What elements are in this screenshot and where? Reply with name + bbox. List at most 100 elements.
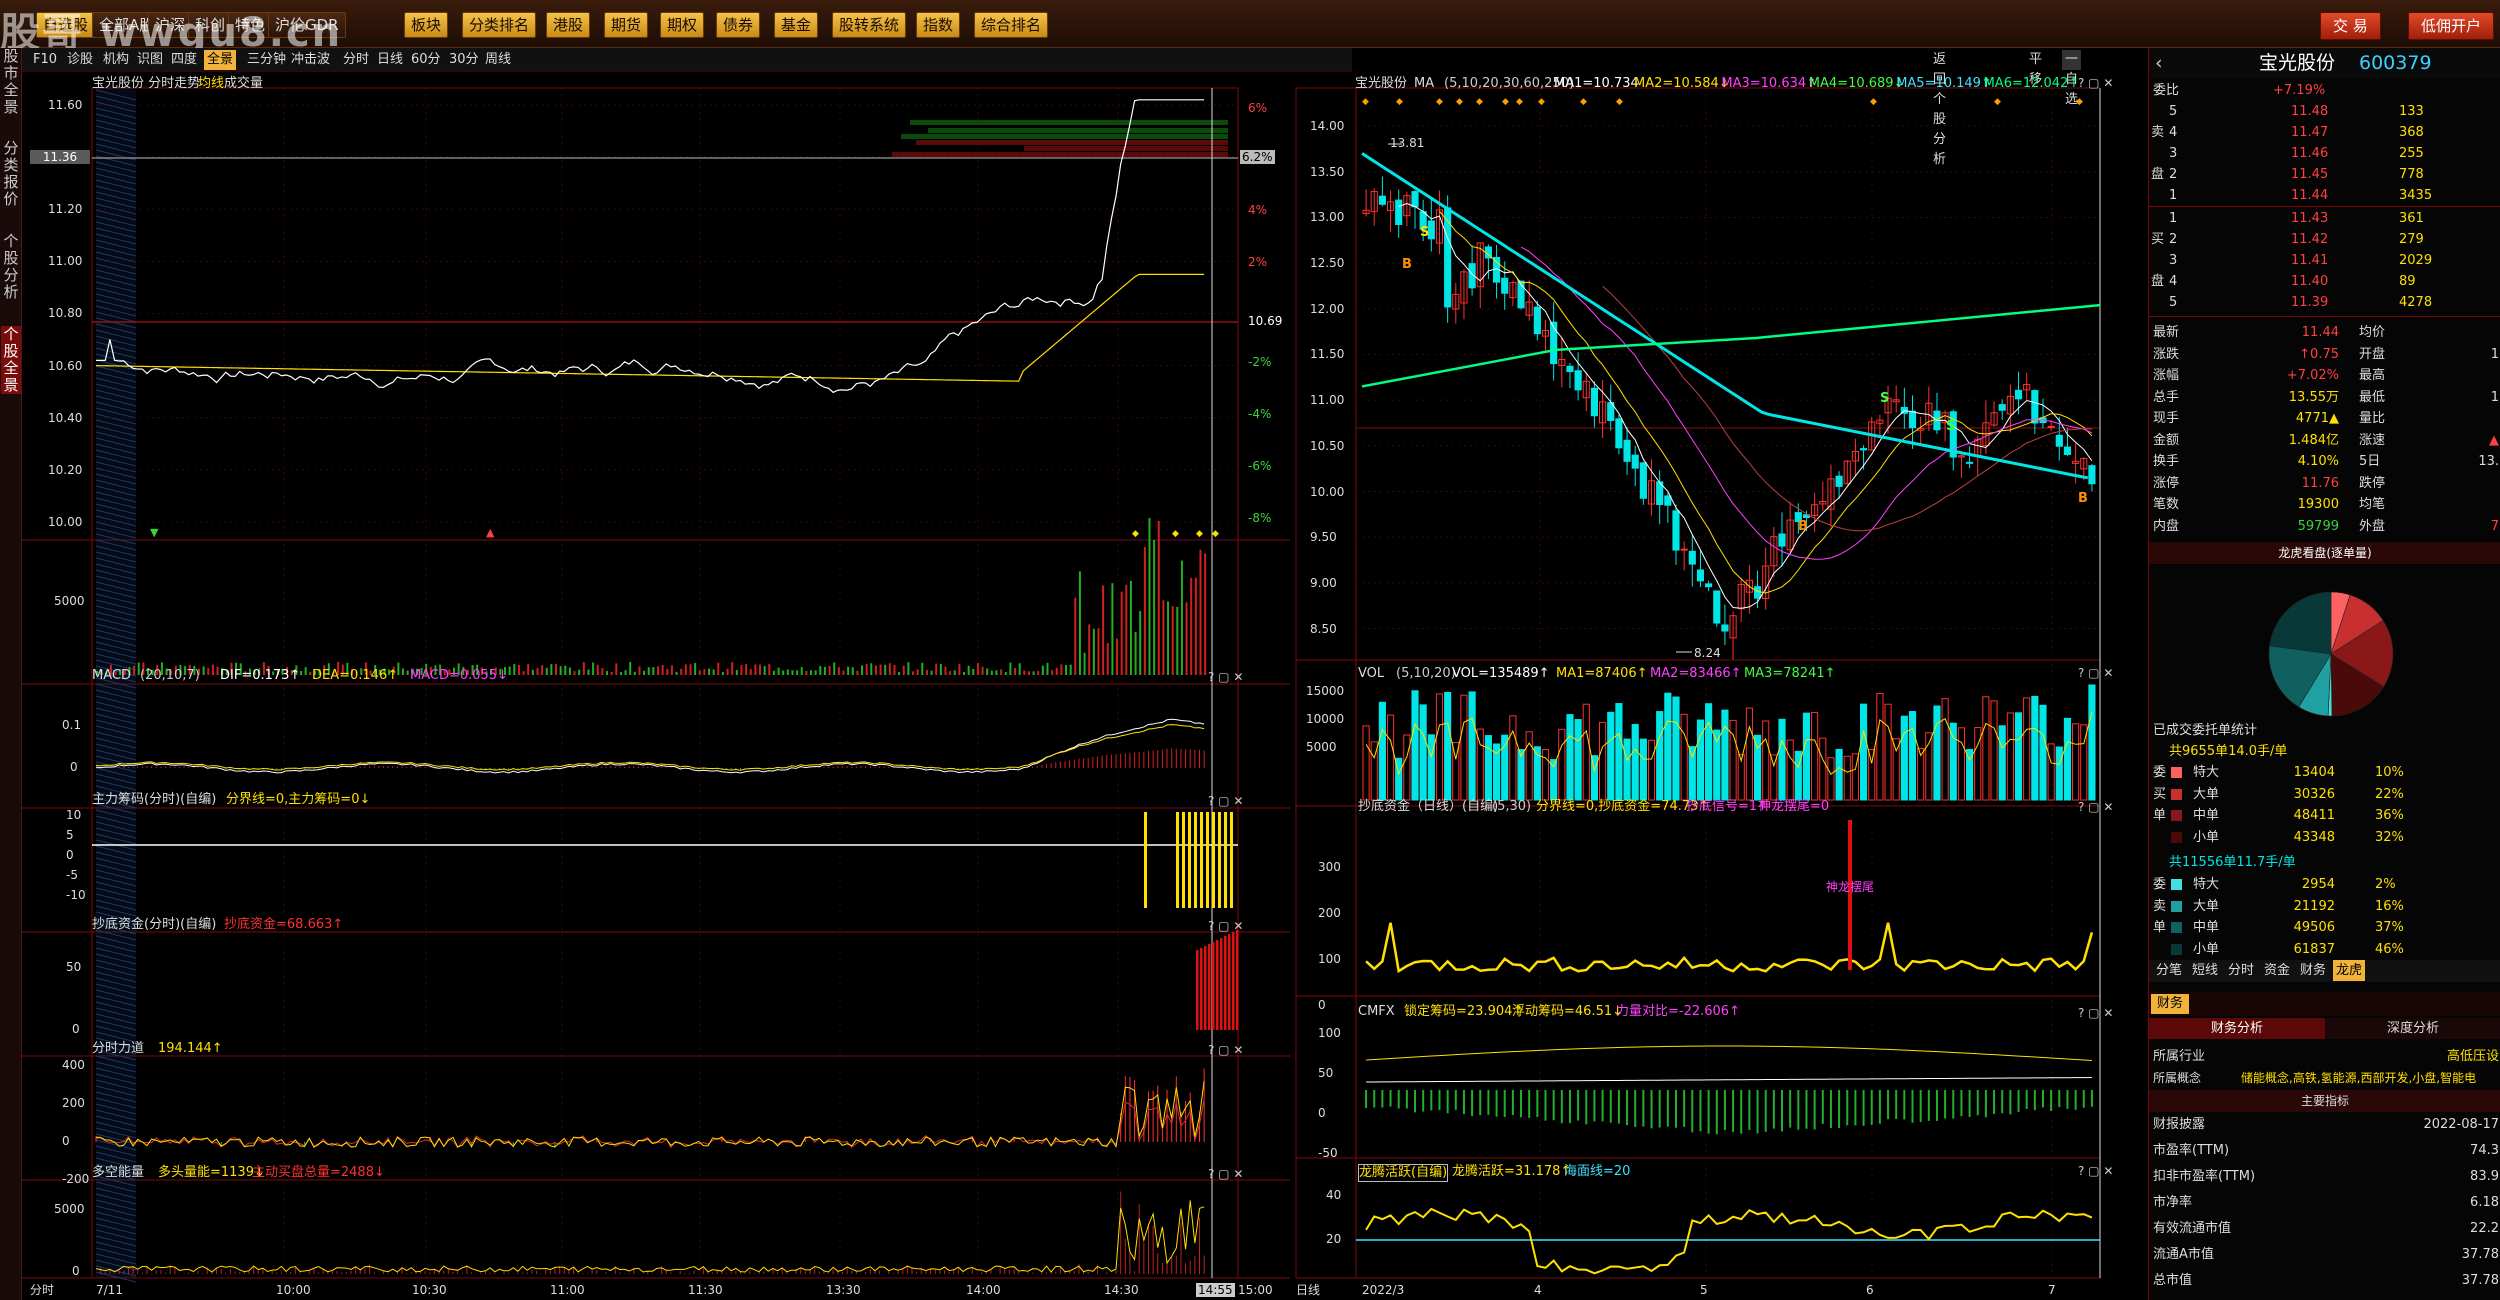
deal-type: 小单 — [2193, 941, 2220, 957]
bids-row[interactable]: 5 11.39 4278 — [2149, 292, 2500, 313]
price-tick: 11.20 — [48, 202, 83, 217]
trade-button[interactable]: 交 易 — [2320, 12, 2381, 40]
open-account-button[interactable]: 低佣开户 — [2408, 12, 2495, 40]
panel-close-icon[interactable]: ? ▢ ✕ — [1208, 794, 1243, 808]
kline-price-tick: 9.50 — [1310, 530, 1337, 545]
asks-row[interactable]: 5 11.48 133 — [2149, 101, 2500, 122]
bids-row[interactable]: 1 11.43 361 — [2149, 208, 2500, 229]
level: 4 — [2169, 125, 2178, 140]
deal-stats-label: 已成交委托单统计 — [2153, 723, 2258, 738]
panel-close-icon[interactable]: ? ▢ ✕ — [1208, 1043, 1243, 1057]
stat-row: 总手 13.55万 最低 1 — [2149, 387, 2500, 408]
legend-swatch — [2171, 810, 2182, 821]
panel-close-icon[interactable]: ? ▢ ✕ — [2078, 800, 2113, 814]
intraday-axis-label[interactable]: 分时 — [30, 1283, 54, 1297]
date-label: 7 — [2048, 1283, 2056, 1297]
energy-values-2: 主动买盘总量=2488↓ — [252, 1165, 385, 1180]
back-arrow-icon[interactable]: ‹ — [2155, 48, 2163, 78]
metric-row: 流通A市值 37.78 — [2149, 1244, 2500, 1265]
deal-volume: 48411 — [2293, 808, 2335, 823]
stat-value: 13. — [2478, 454, 2499, 469]
panel-close-icon[interactable]: ? ▢ ✕ — [1208, 919, 1243, 933]
macd-label[interactable]: MACD — [92, 668, 131, 684]
asks-row[interactable]: 盘 2 11.45 778 — [2149, 164, 2500, 185]
price-tick: 11.00 — [48, 254, 83, 269]
finance-analysis-tab[interactable]: 财务分析 — [2149, 1018, 2325, 1039]
time-label: 11:00 — [550, 1283, 585, 1297]
vol-ma2: MA2=83466↑ — [1650, 666, 1742, 681]
deal-row: 委 特大 2954 2% — [2149, 874, 2500, 895]
chart-labels: 宝光股份 分时走势 均线 成交量 MACD (20,10,7) DIF=0.17… — [0, 0, 2148, 1300]
stat-label: 换手 — [2153, 454, 2180, 469]
bids-row[interactable]: 3 11.41 2029 — [2149, 250, 2500, 271]
kline-axis-label[interactable]: 日线 — [1296, 1283, 1320, 1297]
deal-row: 委 特大 13404 10% — [2149, 762, 2500, 783]
quote-tab-0[interactable]: 分笔 — [2153, 960, 2185, 981]
quote-tab-3[interactable]: 资金 — [2261, 960, 2293, 981]
volume: 89 — [2399, 274, 2416, 289]
chip-tick: 5 — [66, 828, 74, 842]
vol-params: (5,10,20) — [1396, 666, 1456, 681]
panel-close-icon[interactable]: ? ▢ ✕ — [2078, 76, 2113, 90]
finance-tab[interactable]: 财务 — [2151, 994, 2190, 1014]
ma-value-2: MA2=10.584↓ — [1634, 76, 1730, 91]
deal-volume: 21192 — [2293, 898, 2335, 914]
bids-row[interactable]: 买 2 11.42 279 — [2149, 229, 2500, 250]
energy-title[interactable]: 多空能量 — [92, 1165, 144, 1181]
quote-tab-5[interactable]: 龙虎 — [2333, 960, 2366, 981]
asks-row[interactable]: 卖 4 11.47 368 — [2149, 122, 2500, 143]
quote-tab-1[interactable]: 短线 — [2189, 960, 2221, 981]
quote-tab-2[interactable]: 分时 — [2225, 960, 2257, 981]
quote-tab-4[interactable]: 财务 — [2297, 960, 2329, 981]
deal-volume: 49506 — [2293, 920, 2335, 935]
asks-row[interactable]: 1 11.44 3435 — [2149, 185, 2500, 206]
price-tick: 10.00 — [48, 514, 83, 529]
deal-volume: 30326 — [2293, 786, 2335, 802]
industry-label: 所属行业 — [2153, 1049, 2206, 1064]
kline-ma-label[interactable]: MA — [1414, 76, 1434, 92]
deal-row: 单 中单 48411 36% — [2149, 805, 2500, 826]
panel-close-icon[interactable]: ? ▢ ✕ — [1208, 1167, 1243, 1181]
daily-fund-title[interactable]: 抄底资金（日线）(自编) — [1358, 799, 1498, 815]
panel-close-icon[interactable]: ? ▢ ✕ — [2078, 1164, 2113, 1178]
force-value: 194.144↑ — [158, 1041, 223, 1056]
pct-current-tag: 6.2% — [1240, 150, 1275, 164]
vol-value: VOL=135489↑ — [1452, 666, 1550, 681]
stat-value: 19300 — [2297, 497, 2339, 512]
panel-close-icon[interactable]: ? ▢ ✕ — [2078, 666, 2113, 680]
stat-label: 内盘 — [2153, 518, 2180, 534]
dragon-sea-line: 海面线=20 — [1564, 1164, 1631, 1179]
vol-title[interactable]: VOL — [1358, 666, 1384, 682]
deep-analysis-tab[interactable]: 深度分析 — [2325, 1018, 2500, 1039]
kline-price-tick: 9.00 — [1310, 575, 1337, 590]
ma-value-6: MA6=12.042↑ — [1983, 76, 2080, 91]
price: 11.40 — [2291, 274, 2329, 289]
deal-row: 小单 43348 32% — [2149, 827, 2500, 848]
kline-price-tick: 10.50 — [1310, 438, 1345, 453]
panel-close-icon[interactable]: ? ▢ ✕ — [2078, 1006, 2113, 1020]
main-chip-values: 分界线=0,主力筹码=0↓ — [226, 792, 371, 807]
cmfx-float: 浮动筹码=46.51↓ — [1512, 1004, 1624, 1019]
kline-price-tick: 10.00 — [1310, 484, 1345, 499]
chip-tick: -10 — [66, 888, 86, 902]
app-window: 自选股 全部A股 沪深 科创 特色 沪伦GDR 板块 分类排名 港股 期货 期权 债券 基金 股转系统 指数… — [0, 0, 2500, 1300]
asks-row[interactable]: 3 11.46 255 — [2149, 143, 2500, 164]
deal-volume: 13404 — [2293, 765, 2335, 780]
metric-row: 市净率 6.18 — [2149, 1192, 2500, 1213]
bottom-fund-title[interactable]: 抄底资金(分时)(自编) — [92, 917, 216, 933]
kline-high-label: 13.81 — [1390, 136, 1425, 150]
cmfx-title[interactable]: CMFX — [1358, 1004, 1395, 1020]
main-chip-title[interactable]: 主力筹码(分时)(自编) — [92, 792, 216, 808]
stat-label: 5日 — [2359, 454, 2381, 469]
deal-side: 买 — [2153, 786, 2167, 802]
macd-value: MACD=0.055↓ — [410, 668, 508, 683]
panel-close-icon[interactable]: ? ▢ ✕ — [1208, 670, 1243, 684]
stat-value: ↑0.75 — [2299, 346, 2339, 362]
finance-subtabs: 财务分析 深度分析 — [2149, 1018, 2500, 1042]
force-title[interactable]: 分时力道 — [92, 1041, 144, 1057]
bids-row[interactable]: 盘 4 11.40 89 — [2149, 271, 2500, 292]
dragon-title[interactable]: 龙腾活跃(自编) — [1358, 1164, 1449, 1182]
cmfx-tick: 50 — [1318, 1066, 1334, 1080]
vol-ma3: MA3=78241↑ — [1744, 666, 1836, 681]
intraday-vol-label[interactable]: 成交量 — [224, 76, 263, 92]
